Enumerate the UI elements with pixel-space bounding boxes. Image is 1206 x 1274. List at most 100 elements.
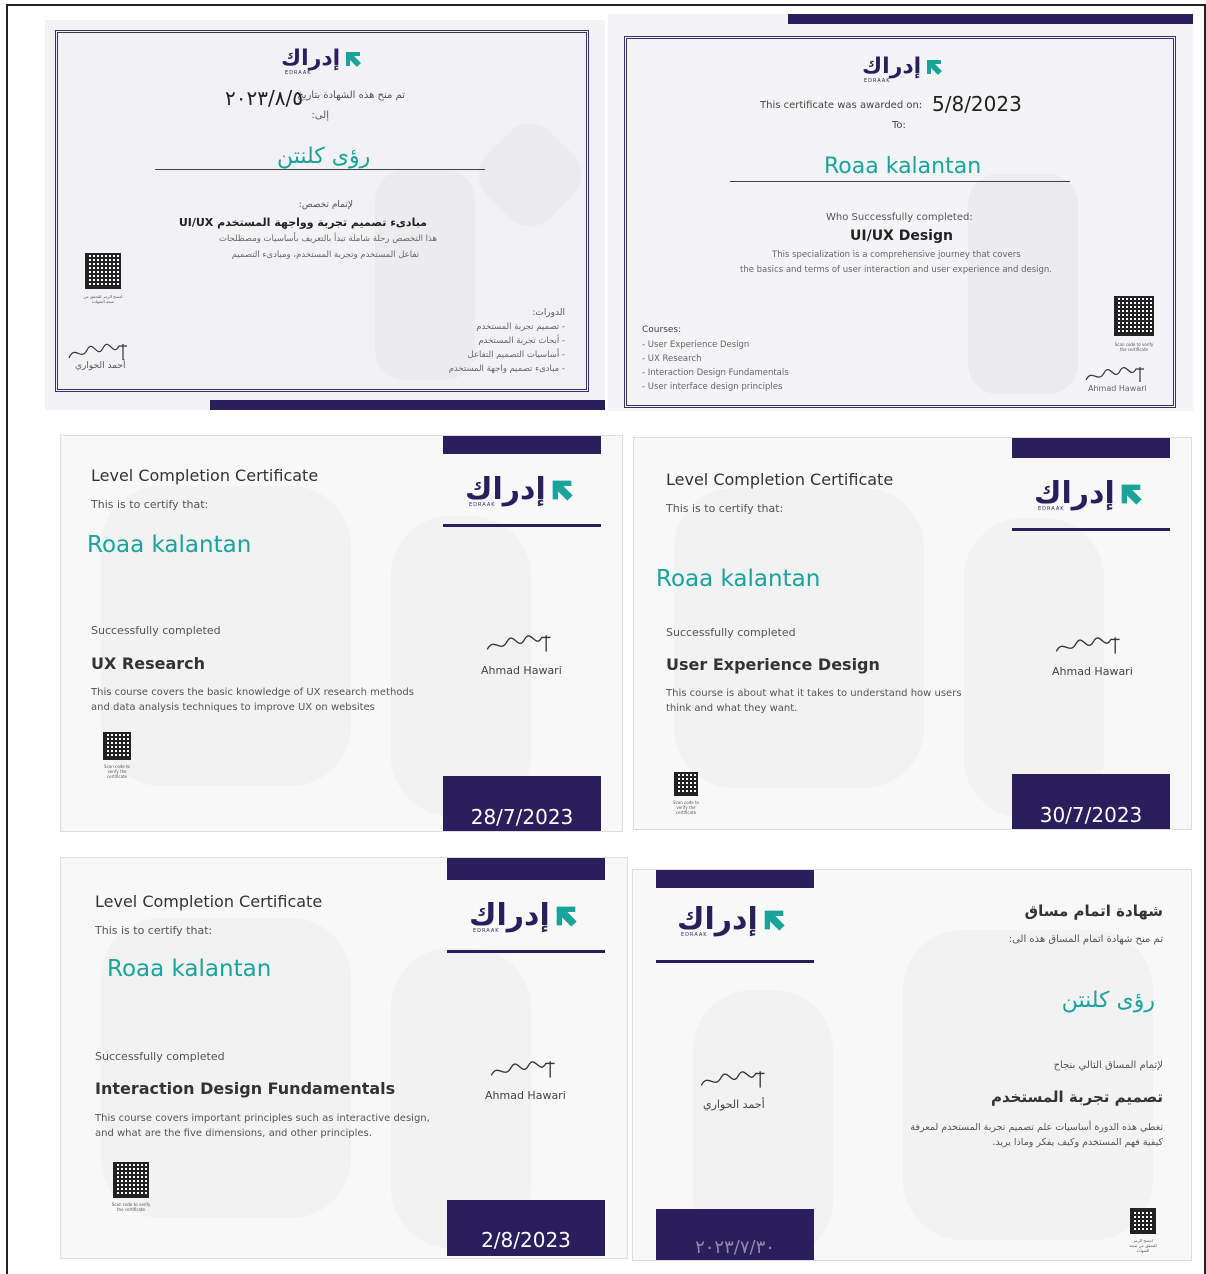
certificate-heading: شهادة اتمام مساق [1024,902,1163,920]
signature-icon [700,1071,765,1088]
date-box: ٢٠٢٣/٧/٣٠ [656,1209,814,1260]
description-line-2: think and what they want. [666,703,798,714]
qr-code[interactable] [85,253,121,289]
description-line-1: This specialization is a comprehensive j… [772,250,1021,260]
certificate-english-specialization: إدراك EDRAAK This certificate was awarde… [608,14,1193,411]
certificate-arabic-course: إدراك EDRAAK أحمد الحواري ٢٠٢٣/٧/٣٠ شهاد… [632,869,1192,1261]
qr-code[interactable] [113,1162,149,1198]
course-title: User Experience Design [666,655,880,674]
name-underline [155,169,485,170]
qr-caption: امسح الرمز للتحقق من صحة الشهادة [83,294,123,304]
edraak-logo: إدراك EDRAAK [1034,476,1143,512]
recipient-name: Roaa kalantan [656,566,821,592]
logo-underline [447,950,605,953]
awarded-label: تم منح شهادة اتمام المساق هذه الى: [1008,934,1163,945]
certificate-arabic-specialization: إدراك EDRAAK تم منح هذه الشهادة بتاريخ ٢… [45,20,605,410]
award-date: ٢٠٢٣/٨/٥ [225,86,303,110]
logo-arrow-icon [1121,484,1142,505]
courses-label: Courses: [642,325,682,335]
certificate-interaction-design: Level Completion Certificate This is to … [60,857,628,1259]
qr-caption: Scan code to verify the certificate [111,1202,151,1212]
completion-date: 2/8/2023 [481,1228,571,1252]
description-line-1: This course is about what it takes to un… [666,688,962,699]
signature-icon [490,1061,555,1078]
date-box: 2/8/2023 [447,1200,605,1256]
specialization-title: UI/UX Design [850,228,953,244]
recipient-name: Roaa kalantan [824,154,982,179]
course-title: تصميم تجربة المستخدم [991,1088,1163,1106]
completed-label: Successfully completed [91,624,221,637]
qr-caption: Scan code to verify the certificate [104,764,130,779]
logo-text: إدراك [281,46,341,71]
logo-arrow-icon [346,51,362,67]
edraak-logo: إدراك EDRAAK [469,898,578,934]
qr-caption: Scan code to verify the certificate [673,800,699,815]
logo-underline [1012,528,1170,531]
course-item: - تصميم تجربة المستخدم [476,322,565,332]
certificate-ux-research: Level Completion Certificate This is to … [60,435,623,832]
for-label: لإتمام تخصص: [298,200,353,210]
course-item: - مبادىء تصميم واجهة المستخدم [448,364,565,374]
logo-subtext: EDRAAK [473,928,500,934]
recipient-name: Roaa kalantan [107,956,272,982]
certify-label: This is to certify that: [95,924,213,937]
signer-name: أحمد الحواري [75,361,126,371]
course-title: Interaction Design Fundamentals [95,1079,396,1098]
watermark [903,930,1153,1240]
edraak-logo: إدراك EDRAAK [862,54,943,84]
signature-icon [1085,366,1144,382]
awarded-label: This certificate was awarded on: [760,100,923,111]
certify-label: This is to certify that: [666,502,784,515]
course-item: - Interaction Design Fundamentals [642,368,789,378]
award-date: 5/8/2023 [932,92,1022,116]
specialization-title: مبادىء تصميم تجربة وواجهة المستخدم UI/UX [178,216,427,229]
logo-subtext: EDRAAK [469,502,496,508]
recipient-name: Roaa kalantan [87,532,252,558]
course-item: - User Experience Design [642,340,750,350]
recipient-name: رؤى كلنتن [1061,988,1155,1013]
logo-arrow-icon [927,59,943,75]
logo-arrow-icon [556,906,577,927]
description-line-1: This course covers important principles … [95,1113,430,1124]
qr-caption: Scan code to verify the certificate [1114,342,1154,352]
watermark [968,174,1078,394]
navy-bar [1012,438,1170,458]
certificate-heading: Level Completion Certificate [91,466,319,485]
qr-code[interactable] [1114,296,1154,336]
description-line-2: كيفية فهم المستخدم وكيف يفكر وماذا يريد. [992,1137,1163,1148]
course-title: UX Research [91,654,206,673]
logo-subtext: EDRAAK [1038,506,1065,512]
date-box: 30/7/2023 [1012,774,1170,829]
course-item: - UX Research [642,354,702,364]
completed-label: Successfully completed [666,626,796,639]
qr-code[interactable] [103,732,131,760]
navy-bar [788,14,1193,24]
name-underline [730,181,1070,182]
certify-label: This is to certify that: [91,498,209,511]
course-item: - أساسيات التصميم التفاعل [467,350,565,360]
navy-bar [210,400,605,410]
qr-code[interactable] [1130,1208,1156,1234]
logo-underline [656,960,814,963]
logo-subtext: EDRAAK [864,78,891,84]
logo-underline [443,524,601,527]
course-item: - User interface design principles [642,382,783,392]
awarded-label: تم منح هذه الشهادة بتاريخ [297,90,405,101]
edraak-logo: إدراك EDRAAK [465,472,574,508]
certificate-user-experience-design: Level Completion Certificate This is to … [633,437,1192,830]
completion-date: ٢٠٢٣/٧/٣٠ [695,1237,775,1258]
certificate-heading: Level Completion Certificate [95,892,323,911]
qr-code[interactable] [674,772,698,796]
to-label: To: [892,120,906,131]
signer-name: Ahmad Hawari [485,1089,566,1102]
date-box: 28/7/2023 [443,776,601,831]
signature-icon [1055,637,1120,654]
certificate-heading: Level Completion Certificate [666,470,894,489]
signer-name: أحمد الحواري [703,1098,765,1111]
description-line-1: This course covers the basic knowledge o… [91,687,414,698]
signer-name: Ahmad Hawari [1088,384,1147,393]
recipient-name: رؤى كلنتن [277,144,371,169]
logo-subtext: EDRAAK [681,932,708,938]
completed-label: Who Successfully completed: [826,212,973,223]
edraak-logo: إدراك EDRAAK [677,902,786,938]
